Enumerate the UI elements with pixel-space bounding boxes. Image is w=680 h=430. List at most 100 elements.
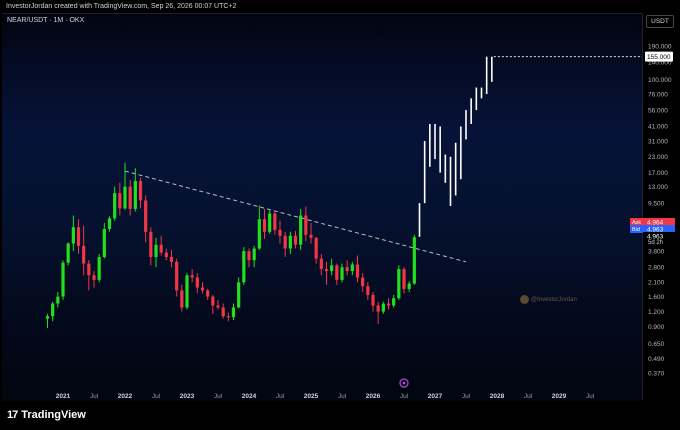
candle-body [180,290,184,308]
candle-body [335,265,339,280]
candle-body [376,305,380,312]
candle-body [252,248,256,261]
x-tick-label: 2023 [180,393,195,400]
y-tick-label: 1.600 [648,294,665,301]
candle-body [154,244,158,258]
candle-body [371,294,375,306]
x-tick-label: 2022 [118,393,133,400]
candle-body [164,252,168,258]
candle-body [45,316,50,319]
x-tick-label: 2028 [490,393,505,400]
event-marker-dot [402,381,406,385]
candle-body [361,277,365,287]
symbol-legend[interactable]: NEAR/USDT · 1M · OKX [7,17,84,24]
candle-body [87,263,91,276]
y-tick-label: 0.650 [648,341,665,348]
candle-body [190,275,194,278]
x-tick-label: 2029 [552,393,567,400]
x-tick-label: Jul [152,393,161,400]
candle-body [340,267,344,280]
candle-body [283,235,287,249]
y-tick-label: 0.490 [648,356,665,363]
candle-body [402,269,406,289]
candle-body [102,229,106,258]
candle-body [273,213,277,230]
candle-body [355,264,360,278]
candle-body [211,296,215,306]
y-tick-label: 0.900 [648,324,665,331]
candle-body [133,180,137,209]
countdown-label: 5d 2h [648,240,663,246]
x-tick-label: Jul [400,393,409,400]
candle-body [231,307,236,318]
candle-body [293,235,298,245]
candle-body [144,200,148,232]
y-tick-label: 0.370 [648,371,665,378]
candle-body [268,213,272,232]
candle-body [128,186,132,209]
y-tick-label: 17.000 [648,170,668,177]
candle-body [66,243,70,263]
watermark: @InvestorJordan [520,295,577,304]
candle-body [56,296,60,304]
y-tick-label: 100.000 [648,77,672,84]
candle-body [118,193,122,209]
candle-body [262,219,267,232]
x-tick-label: 2026 [366,393,381,400]
x-tick-label: Jul [338,393,347,400]
currency-selector[interactable]: USDT [646,15,674,28]
candle-body [381,303,385,312]
candle-body [314,237,318,259]
y-tick-label: 190.000 [648,43,672,50]
candle-body [237,282,241,308]
y-tick-label: 2.800 [648,265,665,272]
y-tick-label: 56.000 [648,107,668,114]
brand-name: TradingView [21,409,86,421]
x-tick-label: Jul [214,393,223,400]
candle-body [366,286,370,295]
x-tick-label: 2027 [428,393,443,400]
candle-body [299,215,303,245]
candle-body [392,298,396,306]
y-tick-label: 23.000 [648,154,668,161]
candle-body [216,305,220,308]
tradingview-brand[interactable]: 17 TradingView [7,409,86,421]
price-chart[interactable]: 190.000140.000100.00076.00056.00041.0003… [0,0,680,430]
candle-body [51,303,55,317]
target-tag-label: 155.000 [647,54,671,61]
footer [0,403,680,430]
y-tick-label: 31.000 [648,138,668,145]
candle-body [226,316,230,318]
candle-body [97,257,101,280]
x-tick-label: Jul [462,393,471,400]
candle-body [71,227,75,244]
candle-body [206,290,210,297]
candle-body [92,275,96,280]
watermark-text: @InvestorJordan [531,297,577,304]
candle-body [138,180,143,201]
y-tick-label: 1.200 [648,309,665,316]
candle-body [185,275,189,308]
x-tick-label: Jul [586,393,595,400]
candle-body [123,186,127,209]
candle-body [76,227,81,246]
x-tick-label: Jul [276,393,285,400]
candle-body [324,269,329,272]
x-tick-label: 2021 [56,393,71,400]
x-tick-label: 2025 [304,393,319,400]
candle-body [221,307,225,317]
y-tick-label: 76.000 [648,91,668,98]
y-tick-label: 41.000 [648,124,668,131]
candle-body [61,262,65,297]
candle-body [309,234,313,238]
candle-body [407,283,411,289]
candle-body [175,261,179,291]
candle-body [386,303,391,306]
y-tick-label: 3.800 [648,248,665,255]
candle-body [200,287,205,291]
x-tick-label: Jul [90,393,99,400]
candle-body [319,258,323,270]
candle-body [149,231,153,258]
x-tick-label: Jul [524,393,533,400]
candle-body [159,244,163,253]
